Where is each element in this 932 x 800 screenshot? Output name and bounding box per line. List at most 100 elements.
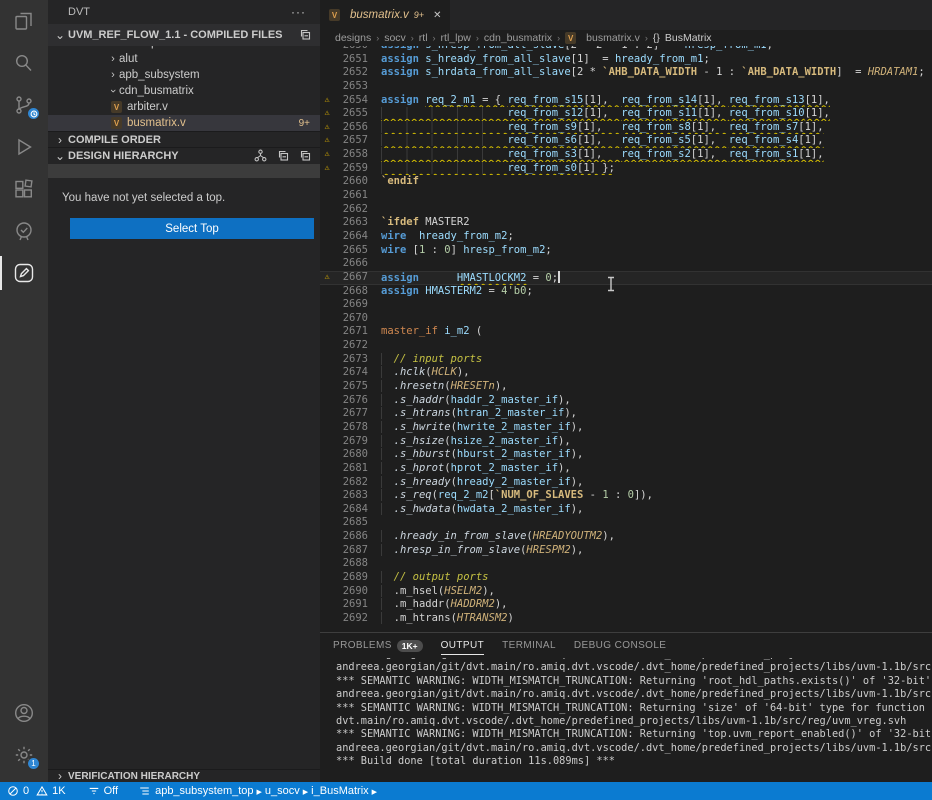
code-line-2652[interactable]: 2652assign s_hrdata_from_all_slave[2 * `… <box>320 66 932 80</box>
panel-tab-problems[interactable]: PROBLEMS1K+ <box>333 633 423 658</box>
code-line-2683[interactable]: 2683 .s_req(req_2_m2[`NUM_OF_SLAVES - 1 … <box>320 489 932 503</box>
output-console[interactable]: andreea.georgian/git/dvt.main/ro.amiq.dv… <box>320 658 932 782</box>
code-line-2663[interactable]: 2663`ifdef MASTER2 <box>320 216 932 230</box>
breadcrumb-item[interactable]: rtl <box>419 32 428 44</box>
code-line-2674[interactable]: 2674 .hclk(HCLK), <box>320 366 932 380</box>
collapse-all-icon[interactable] <box>298 149 312 163</box>
gutter <box>320 66 334 80</box>
line-number: 2660 <box>334 175 368 189</box>
breadcrumb-item[interactable]: rtl_lpw <box>441 32 471 44</box>
search-activity-item[interactable] <box>0 42 48 84</box>
panel-tab-debug-console[interactable]: DEBUG CONSOLE <box>574 633 666 658</box>
code-line-2651[interactable]: 2651assign s_hready_from_all_slave[1] = … <box>320 53 932 67</box>
code-line-2684[interactable]: 2684 .s_hwdata(hwdata_2_master_if), <box>320 503 932 517</box>
code-line-2691[interactable]: 2691 .m_haddr(HADDRM2), <box>320 598 932 612</box>
code-line-2678[interactable]: 2678 .s_hwrite(hwrite_2_master_if), <box>320 421 932 435</box>
extensions-activity-item[interactable] <box>0 168 48 210</box>
verification-activity-item[interactable] <box>0 210 48 252</box>
filter-status[interactable]: Off <box>81 782 125 800</box>
code-line-2653[interactable]: 2653 <box>320 80 932 94</box>
section-compiled-files[interactable]: ⌄ UVM_REF_FLOW_1.1 - COMPILED FILES <box>48 24 320 46</box>
code-line-2672[interactable]: 2672 <box>320 339 932 353</box>
problems-status[interactable]: 0 1K <box>0 782 73 800</box>
panel-tab-output[interactable]: OUTPUT <box>441 633 485 658</box>
code-line-2673[interactable]: 2673 // input ports <box>320 353 932 367</box>
breadcrumb-item[interactable]: designs <box>335 32 371 44</box>
collapse-all-icon[interactable] <box>298 28 312 42</box>
code-line-2689[interactable]: 2689 // output ports <box>320 571 932 585</box>
breadcrumb-file[interactable]: busmatrix.v <box>586 32 640 44</box>
breadcrumb[interactable]: designs›socv›rtl›rtl_lpw›cdn_busmatrix›V… <box>320 30 932 46</box>
sidebar: DVT ··· ⌄ UVM_REF_FLOW_1.1 - COMPILED FI… <box>48 0 320 782</box>
explorer-activity-item[interactable] <box>0 0 48 42</box>
code-line-2681[interactable]: 2681 .s_hprot(hprot_2_master_if), <box>320 462 932 476</box>
tree-item-alut[interactable]: ›alut <box>48 51 320 67</box>
code-line-2675[interactable]: 2675 .hresetn(HRESETn), <box>320 380 932 394</box>
panel-tab-terminal[interactable]: TERMINAL <box>502 633 556 658</box>
code-area[interactable]: 2650assign s_hresp_from_all_slave[2 * 2 … <box>320 46 932 632</box>
code-text: .s_req(req_2_m2[`NUM_OF_SLAVES - 1 : 0])… <box>368 489 932 503</box>
tree-item-busmatrix-v[interactable]: Vbusmatrix.v9+ <box>48 115 320 131</box>
gutter <box>320 53 334 67</box>
code-line-2654[interactable]: ⚠2654assign req_2_m1 = { req_from_s15[1]… <box>320 94 932 108</box>
code-line-2656[interactable]: ⚠2656 req_from_s9[1], req_from_s8[1], re… <box>320 121 932 135</box>
code-line-2650[interactable]: 2650assign s_hresp_from_all_slave[2 * 2 … <box>320 46 932 53</box>
close-icon[interactable]: ✕ <box>433 10 441 21</box>
code-line-2666[interactable]: 2666 <box>320 257 932 271</box>
account-activity-item[interactable] <box>0 692 48 734</box>
code-line-2669[interactable]: 2669 <box>320 298 932 312</box>
code-line-2661[interactable]: 2661 <box>320 189 932 203</box>
hierarchy-item[interactable]: apb_subsystem_top <box>155 785 253 797</box>
hierarchy-item[interactable]: i_BusMatrix <box>311 785 368 797</box>
code-line-2670[interactable]: 2670 <box>320 312 932 326</box>
code-line-2690[interactable]: 2690 .m_hsel(HSELM2), <box>320 585 932 599</box>
section-verification-hierarchy[interactable]: › VERIFICATION HIERARCHY <box>48 769 320 782</box>
code-line-2677[interactable]: 2677 .s_htrans(htran_2_master_if), <box>320 407 932 421</box>
code-line-2686[interactable]: 2686 .hready_in_from_slave(HREADYOUTM2), <box>320 530 932 544</box>
code-line-2662[interactable]: 2662 <box>320 203 932 217</box>
code-line-2665[interactable]: 2665wire [1 : 0] hresp_from_m2; <box>320 244 932 258</box>
editor-group: V busmatrix.v 9+ ✕ designs›socv›rtl›rtl_… <box>320 0 932 632</box>
code-line-2655[interactable]: ⚠2655 req_from_s12[1], req_from_s11[1], … <box>320 107 932 121</box>
code-line-2687[interactable]: 2687 .hresp_in_from_slave(HRESPM2), <box>320 544 932 558</box>
code-line-2692[interactable]: 2692 .m_htrans(HTRANSM2) <box>320 612 932 626</box>
section-design-hierarchy[interactable]: ⌄ DESIGN HIERARCHY <box>48 147 320 163</box>
tree-item-cdn_busmatrix[interactable]: ›cdn_busmatrix <box>48 83 320 99</box>
code-line-2676[interactable]: 2676 .s_haddr(haddr_2_master_if), <box>320 394 932 408</box>
code-line-2657[interactable]: ⚠2657 req_from_s6[1], req_from_s5[1], re… <box>320 134 932 148</box>
code-line-2688[interactable]: 2688 <box>320 557 932 571</box>
code-line-2659[interactable]: ⚠2659 req_from_s0[1] }; <box>320 162 932 176</box>
code-line-2679[interactable]: 2679 .s_hsize(hsize_2_master_if), <box>320 435 932 449</box>
tab-busmatrix[interactable]: V busmatrix.v 9+ ✕ <box>320 0 450 30</box>
section-compiled-files-label: UVM_REF_FLOW_1.1 - COMPILED FILES <box>68 29 283 41</box>
design-hierarchy-empty-row[interactable] <box>48 164 320 178</box>
settings-activity-item[interactable]: 1 <box>0 734 48 776</box>
code-line-2658[interactable]: ⚠2658 req_from_s3[1], req_from_s2[1], re… <box>320 148 932 162</box>
run-debug-activity-item[interactable] <box>0 126 48 168</box>
breadcrumb-item[interactable]: cdn_busmatrix <box>484 32 552 44</box>
code-line-2664[interactable]: 2664wire hready_from_m2; <box>320 230 932 244</box>
source-control-activity-item[interactable] <box>0 84 48 126</box>
hierarchy-item[interactable]: u_socv <box>265 785 300 797</box>
more-actions-icon[interactable]: ··· <box>291 5 306 19</box>
section-compile-order[interactable]: › COMPILE ORDER <box>48 131 320 147</box>
dvt-activity-item[interactable] <box>0 252 48 294</box>
breadcrumb-symbol[interactable]: BusMatrix <box>665 32 712 44</box>
code-line-2685[interactable]: 2685 <box>320 516 932 530</box>
select-top-button[interactable]: Select Top <box>70 218 314 239</box>
tree-item-apb_subsystem[interactable]: ›apb_subsystem <box>48 67 320 83</box>
tree-item-arbiter-v[interactable]: Varbiter.v <box>48 99 320 115</box>
breadcrumb-item[interactable]: socv <box>384 32 406 44</box>
code-line-2671[interactable]: 2671master_if i_m2 ( <box>320 325 932 339</box>
code-line-2682[interactable]: 2682 .s_hready(hready_2_master_if), <box>320 476 932 490</box>
code-line-2668[interactable]: 2668assign HMASTERM2 = 4'b0; <box>320 285 932 299</box>
hierarchy-path[interactable]: apb_subsystem_top▶u_socv▶i_BusMatrix▶ <box>131 782 387 800</box>
code-line-2660[interactable]: 2660`endif <box>320 175 932 189</box>
code-line-2667[interactable]: ⚠2667assign HMASTLOCKM2 = 0; <box>320 271 932 285</box>
gutter <box>320 530 334 544</box>
code-line-2680[interactable]: 2680 .s_hburst(hburst_2_master_if), <box>320 448 932 462</box>
hierarchy-icon[interactable] <box>253 148 268 163</box>
panel-tabs: PROBLEMS1K+ OUTPUT TERMINAL DEBUG CONSOLE <box>320 633 932 658</box>
collapse-all-icon[interactable] <box>276 149 290 163</box>
chevron-right-icon: › <box>376 33 379 43</box>
